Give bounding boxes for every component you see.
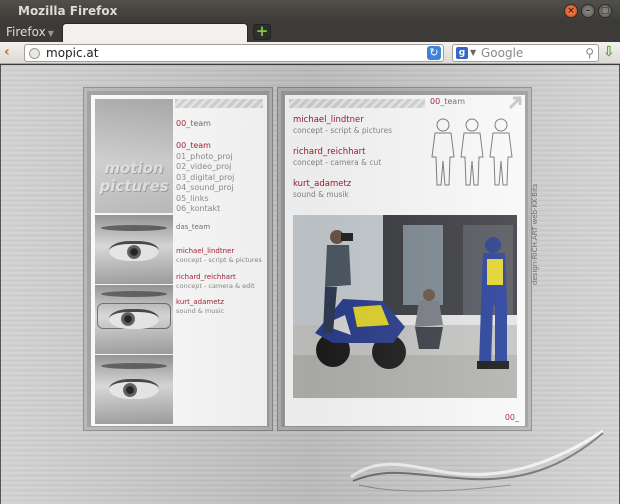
section-number: 00 [176, 119, 187, 128]
section-title: 00_team [176, 119, 211, 128]
nav-item-team[interactable]: 00_team [176, 141, 234, 152]
team-member-role: concept - script & pictures [176, 256, 262, 264]
member-3: kurt_adametz sound & musik [293, 179, 351, 200]
member-role: sound & musik [293, 190, 349, 199]
left-panel: motion pictures 00_team 00_team 01_photo… [83, 87, 273, 431]
nav-item-label: _team [186, 141, 211, 150]
expand-arrow-icon[interactable] [507, 95, 523, 111]
minimize-icon[interactable]: – [581, 4, 595, 18]
download-arrow-icon: ⇩ [603, 44, 615, 60]
team-member-1: michael_lindtner concept - script & pict… [176, 247, 262, 264]
eye-photo-1 [95, 215, 173, 284]
maximize-icon[interactable]: □ [598, 4, 612, 18]
left-pane: motion pictures 00_team 00_team 01_photo… [91, 95, 267, 426]
page-viewport: motion pictures 00_team 00_team 01_photo… [0, 65, 620, 504]
team-member-role: concept - camera & edit [176, 282, 255, 290]
back-arrow-icon: ‹ [4, 44, 10, 60]
member-name[interactable]: kurt_adametz [293, 179, 351, 190]
search-icon[interactable]: ⚲ [585, 46, 594, 60]
url-bar[interactable]: mopic.at ↻ [24, 44, 444, 62]
chevron-down-icon[interactable]: ▼ [470, 48, 476, 57]
decorative-swoosh [350, 429, 604, 492]
globe-icon [29, 48, 40, 59]
nav-item-video-proj[interactable]: 02_video_proj [176, 162, 234, 173]
close-icon[interactable]: × [564, 4, 578, 18]
team-member-name[interactable]: michael_lindtner [176, 247, 262, 256]
right-pane: 00_team michael_lindtner concept - scrip… [285, 95, 525, 426]
eye-photo-3 [95, 355, 173, 424]
firefox-menu-label: Firefox [6, 25, 46, 39]
browser-tab[interactable] [62, 23, 248, 42]
right-panel: 00_team michael_lindtner concept - scrip… [277, 87, 532, 431]
window-controls: × – □ [564, 4, 612, 18]
page-footer-label: 00_ [504, 413, 519, 422]
google-engine-icon[interactable]: g [456, 47, 468, 59]
url-text[interactable]: mopic.at [46, 46, 98, 60]
reload-button[interactable]: ↻ [427, 46, 441, 60]
member-role: concept - camera & cut [293, 158, 382, 167]
team-member-2: richard_reichhart concept - camera & edi… [176, 273, 255, 290]
search-input[interactable]: Google [481, 46, 523, 60]
back-button[interactable]: ‹ [4, 45, 10, 60]
member-role: concept - script & pictures [293, 126, 392, 135]
member-name[interactable]: michael_lindtner [293, 115, 392, 126]
member-1: michael_lindtner concept - script & pict… [293, 115, 392, 136]
nav-item-sound-proj[interactable]: 04_sound_proj [176, 183, 234, 194]
team-photo [293, 215, 517, 398]
credits-text: design-RICH.ART web-KK-Bits [531, 183, 539, 285]
plus-icon: + [255, 22, 269, 40]
member-2: richard_reichhart concept - camera & cut [293, 147, 381, 168]
team-member-3: kurt_adametz sound & music [176, 298, 224, 315]
three-people-icon [431, 118, 513, 186]
logo-text-line2: pictures [99, 177, 169, 195]
download-button[interactable]: ⇩ [603, 44, 615, 60]
member-name[interactable]: richard_reichhart [293, 147, 381, 158]
chevron-down-icon: ▼ [47, 29, 54, 38]
team-member-role: sound & music [176, 307, 225, 315]
nav-item-number: 00 [176, 141, 187, 150]
team-member-name[interactable]: kurt_adametz [176, 298, 224, 307]
section-label: _team [440, 97, 465, 106]
team-heading: das_team [176, 223, 211, 231]
motion-pictures-logo: motion pictures [95, 99, 173, 213]
section-label: _team [186, 119, 211, 128]
site-navigation: 00_team 01_photo_proj 02_video_proj 03_d… [176, 141, 234, 215]
nav-item-digital-proj[interactable]: 03_digital_proj [176, 173, 234, 184]
new-tab-button[interactable]: + [253, 24, 271, 40]
stripe-divider [175, 99, 263, 108]
navigation-toolbar: ‹ mopic.at ↻ g ▼ Google ⚲ ⇩ [0, 42, 620, 64]
nav-item-photo-proj[interactable]: 01_photo_proj [176, 152, 234, 163]
reload-icon: ↻ [429, 46, 439, 59]
stripe-divider [289, 99, 425, 108]
logo-text-line1: motion [104, 159, 164, 177]
nav-item-links[interactable]: 05_links [176, 194, 234, 205]
tab-bar: Firefox ▼ + [0, 22, 620, 42]
eye-photo-2 [95, 285, 173, 354]
team-member-name[interactable]: richard_reichhart [176, 273, 255, 282]
window-titlebar: Mozilla Firefox × – □ [0, 0, 620, 22]
section-title: 00_team [430, 97, 465, 106]
search-bar[interactable]: g ▼ Google ⚲ [452, 44, 599, 62]
section-number: 00 [430, 97, 441, 106]
site-credits: design-RICH.ART web-KK-Bits [531, 155, 543, 285]
firefox-menu-button[interactable]: Firefox ▼ [6, 25, 54, 39]
nav-item-kontakt[interactable]: 06_kontakt [176, 204, 234, 215]
window-title: Mozilla Firefox [18, 4, 118, 18]
